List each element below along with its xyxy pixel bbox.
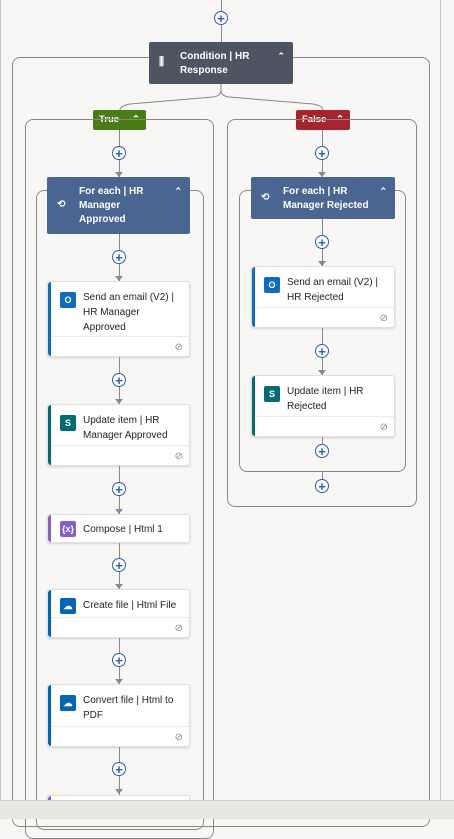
taskbar (0, 800, 454, 819)
outlook-icon: O (264, 277, 280, 293)
canvas-right-edge (440, 0, 441, 800)
accent-bar (48, 515, 51, 542)
link-icon[interactable]: ⊘ (380, 313, 388, 324)
outlook-icon: O (60, 292, 76, 308)
card-footer: ⊘ (51, 336, 189, 356)
action-label: Update item | HR Rejected (287, 386, 364, 412)
true-loop-header[interactable]: ⟲ For each | HR Manager Approved ⌃ (47, 177, 190, 234)
action-label: Convert file | Html to PDF (83, 695, 174, 721)
link-icon[interactable]: ⊘ (175, 342, 183, 353)
loop-icon: ⟲ (57, 199, 66, 210)
link-icon[interactable]: ⊘ (175, 623, 183, 634)
sharepoint-icon: S (264, 386, 280, 402)
add-step-button[interactable]: + (112, 373, 126, 387)
card-footer: ⊘ (51, 726, 189, 746)
action-label: Create file | Html File (83, 600, 177, 611)
card-footer: ⊘ (51, 445, 189, 465)
link-icon[interactable]: ⊘ (175, 732, 183, 743)
add-step-button[interactable]: + (112, 146, 126, 160)
arrow-icon (115, 789, 123, 794)
card-footer: ⊘ (255, 307, 394, 327)
canvas-left-edge (0, 0, 1, 800)
true-loop-title: For each | HR Manager Approved (79, 186, 144, 225)
add-step-button[interactable]: + (315, 344, 329, 358)
false-loop-title: For each | HR Manager Rejected (283, 186, 369, 211)
card-footer: ⊘ (255, 416, 394, 436)
add-step-button[interactable]: + (315, 444, 329, 458)
action-card-update-item-approved[interactable]: S Update item | HR Manager Approved ⊘ (47, 404, 190, 466)
add-step-button[interactable]: + (112, 653, 126, 667)
branch-connectors (119, 84, 324, 111)
false-loop-header[interactable]: ⟲ For each | HR Manager Rejected ⌃ (251, 177, 395, 219)
sharepoint-icon: S (60, 415, 76, 431)
card-footer: ⊘ (51, 617, 189, 637)
action-card-send-email-rejected[interactable]: O Send an email (V2) | HR Rejected ⊘ (251, 266, 395, 328)
action-card-update-item-rejected[interactable]: S Update item | HR Rejected ⊘ (251, 375, 395, 437)
compose-icon: {x} (60, 521, 76, 537)
action-label: Send an email (V2) | HR Rejected (287, 277, 378, 303)
onedrive-icon: ☁ (60, 598, 76, 614)
add-step-button[interactable]: + (112, 482, 126, 496)
action-label: Update item | HR Manager Approved (83, 415, 168, 441)
action-card-send-email-approved[interactable]: O Send an email (V2) | HR Manager Approv… (47, 281, 190, 357)
loop-icon: ⟲ (261, 192, 270, 203)
add-step-button[interactable]: + (112, 558, 126, 572)
action-label: Compose | Html 1 (83, 524, 163, 535)
action-card-convert-file[interactable]: ☁ Convert file | Html to PDF ⊘ (47, 684, 190, 747)
action-card-compose[interactable]: {x} Compose | Html 1 (47, 514, 190, 543)
action-label: Send an email (V2) | HR Manager Approved (83, 292, 174, 333)
add-step-button[interactable]: + (112, 762, 126, 776)
action-card-create-file[interactable]: ☁ Create file | Html File ⊘ (47, 589, 190, 638)
link-icon[interactable]: ⊘ (380, 422, 388, 433)
onedrive-icon: ☁ (60, 695, 76, 711)
chevron-up-icon[interactable]: ⌃ (174, 184, 182, 198)
add-step-button[interactable]: + (112, 250, 126, 264)
add-step-button[interactable]: + (315, 479, 329, 493)
add-step-button[interactable]: + (315, 235, 329, 249)
add-step-button[interactable]: + (315, 146, 329, 160)
link-icon[interactable]: ⊘ (175, 451, 183, 462)
chevron-up-icon[interactable]: ⌃ (379, 184, 387, 198)
